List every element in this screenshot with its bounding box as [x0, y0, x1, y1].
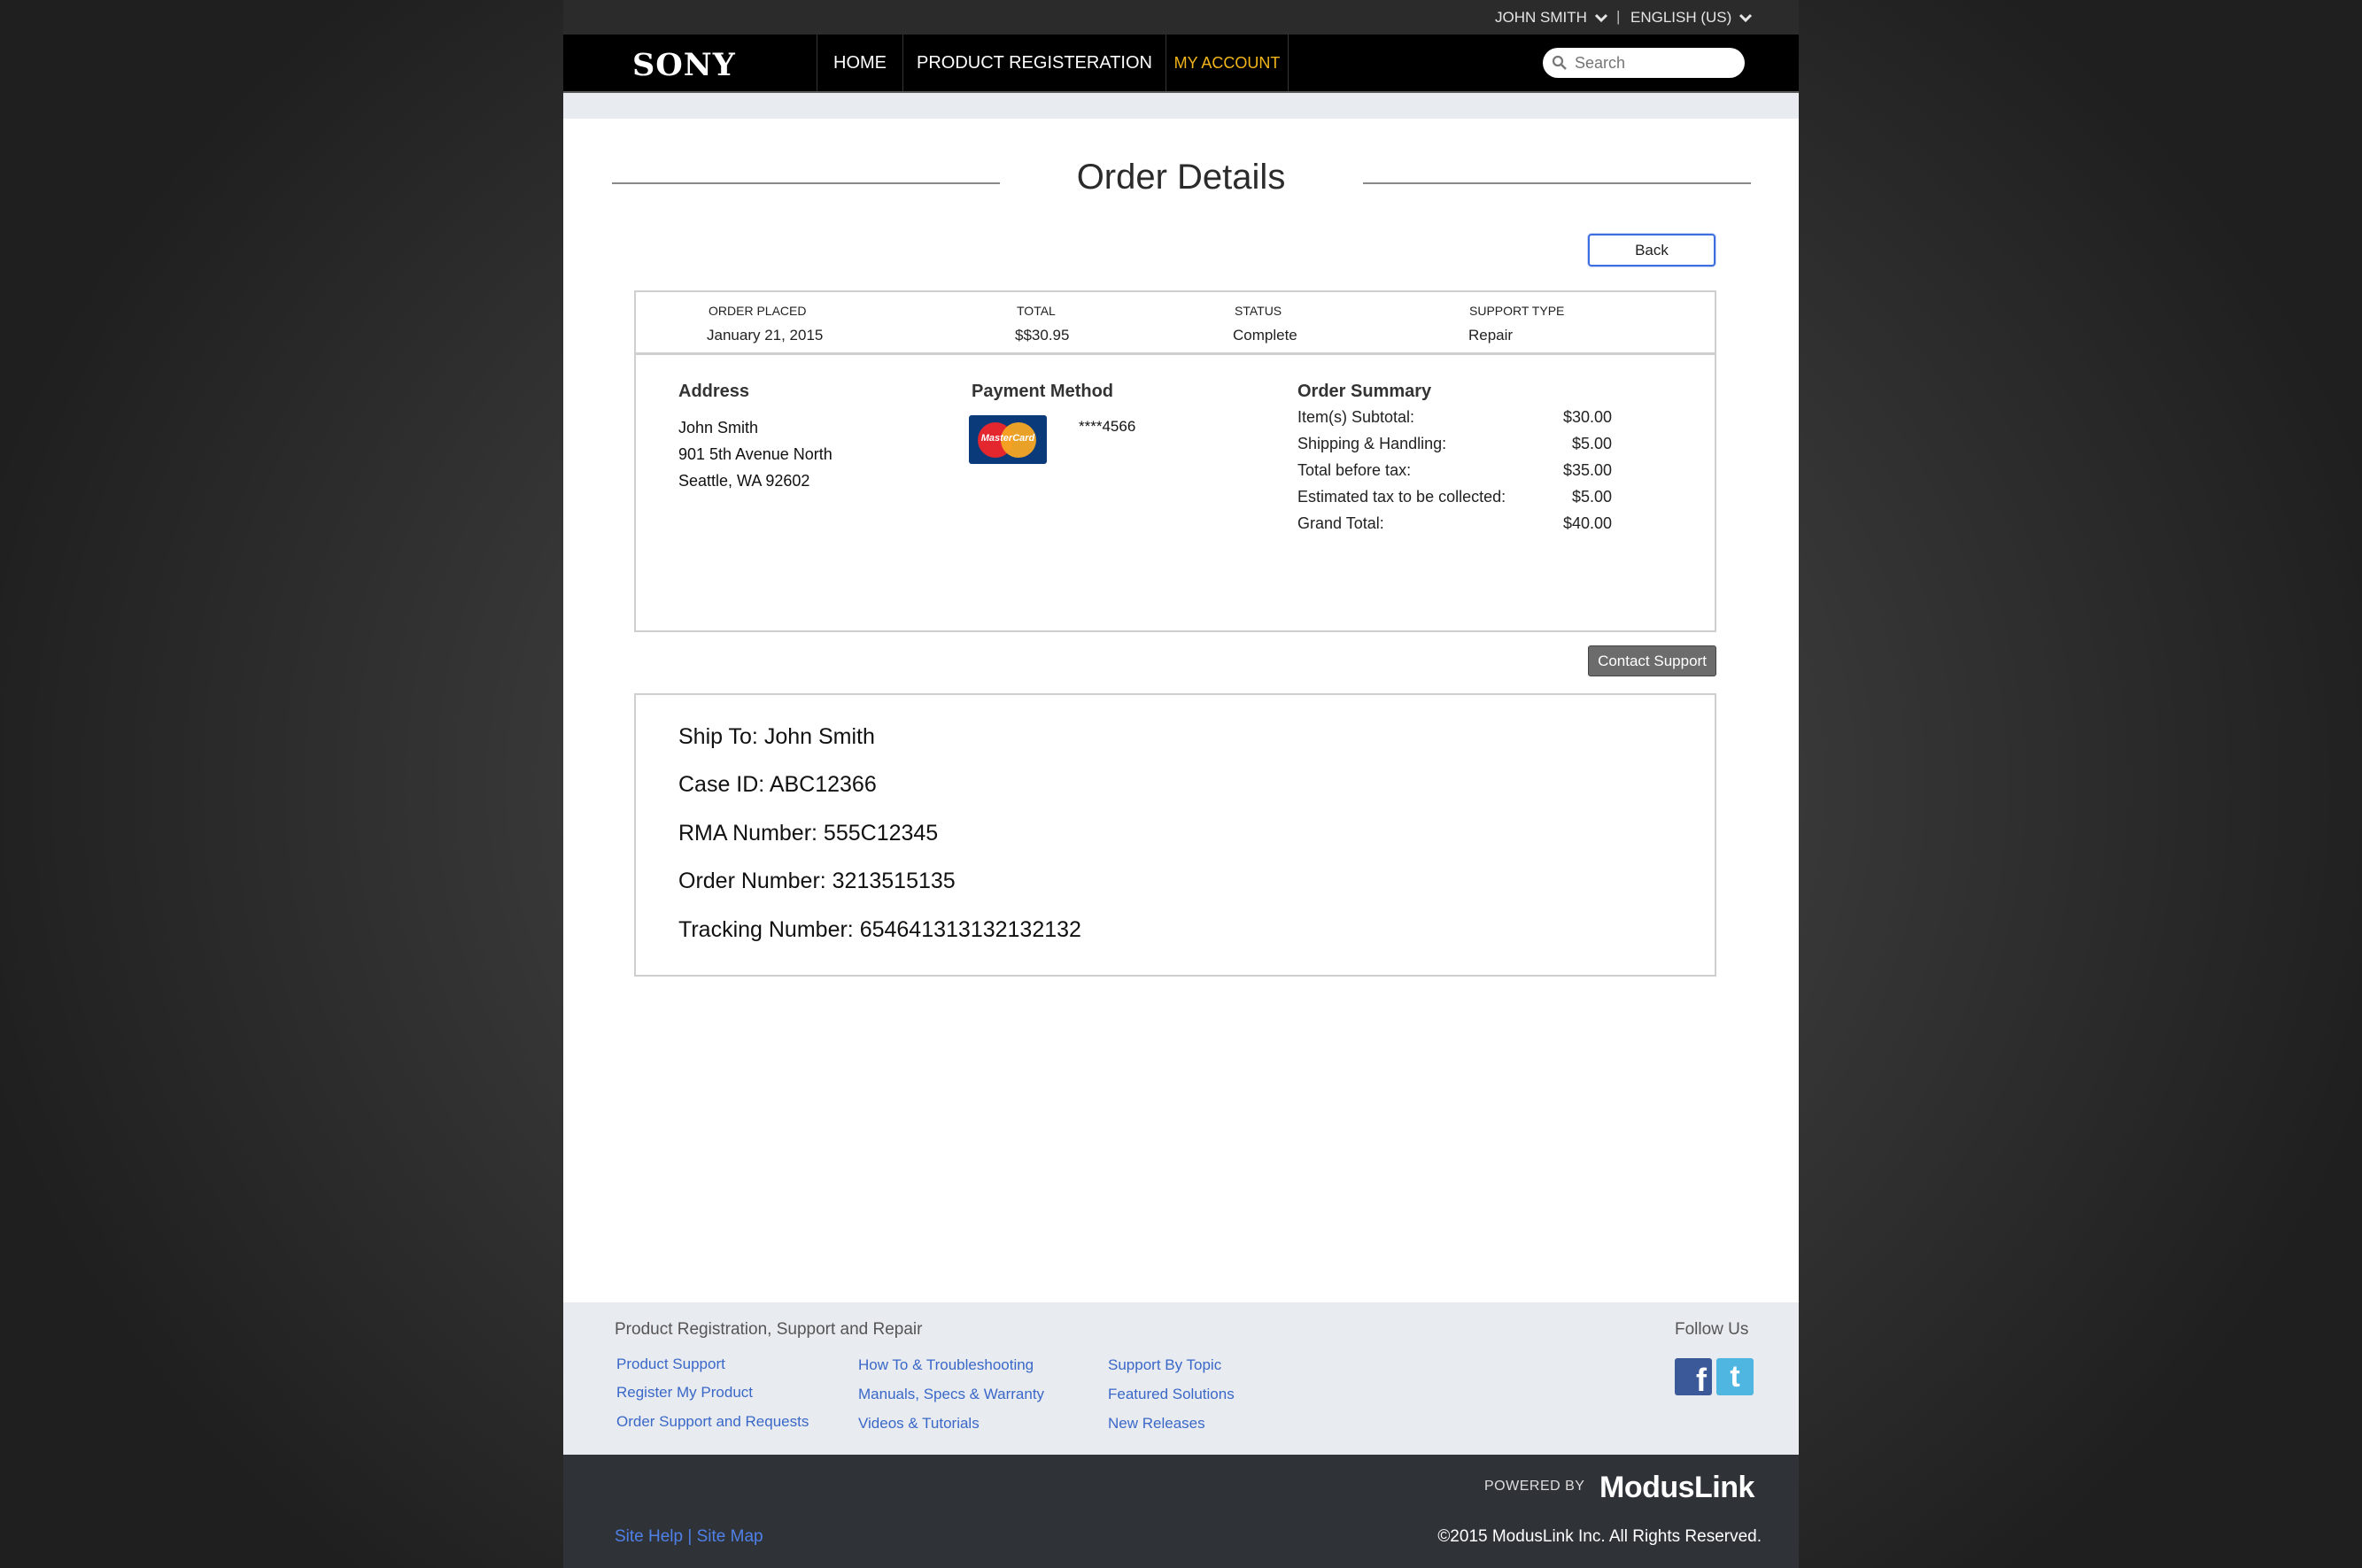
summary-label: Grand Total: [1297, 514, 1384, 532]
footer-link[interactable]: Order Support and Requests [616, 1413, 809, 1431]
back-button[interactable]: Back [1588, 234, 1715, 266]
language-menu[interactable]: ENGLISH (US) [1630, 9, 1753, 27]
user-menu[interactable]: JOHN SMITH [1495, 9, 1608, 27]
status-label: STATUS [1235, 304, 1282, 318]
summary-value: $5.00 [1571, 488, 1612, 506]
nav-home[interactable]: HOME [817, 35, 902, 91]
footer-link[interactable]: Register My Product [616, 1384, 753, 1402]
order-header: ORDER PLACED January 21, 2015 TOTAL $$30… [634, 290, 1716, 355]
summary-label: Shipping & Handling: [1297, 435, 1447, 452]
summary-row: Estimated tax to be collected: $5.00 [1297, 488, 1612, 506]
footer-link[interactable]: Manuals, Specs & Warranty [858, 1386, 1044, 1403]
site-help-link[interactable]: Site Help [615, 1527, 683, 1546]
address-line: John Smith [678, 419, 759, 436]
card-number: ****4566 [1079, 418, 1136, 435]
support-type-label: SUPPORT TYPE [1469, 304, 1565, 318]
search-input[interactable] [1575, 53, 1725, 73]
summary-value: $35.00 [1562, 461, 1612, 479]
summary-row: Shipping & Handling: $5.00 [1297, 435, 1612, 453]
main-nav: SONY HOME PRODUCT REGISTERATION MY ACCOU… [563, 35, 1799, 93]
ship-to: Ship To: John Smith [678, 724, 875, 749]
contact-support-button[interactable]: Contact Support [1588, 645, 1716, 676]
case-id: Case ID: ABC12366 [678, 772, 877, 797]
language-label: ENGLISH (US) [1630, 9, 1732, 26]
nav-sub-band [563, 93, 1799, 119]
summary-label: Estimated tax to be collected: [1297, 488, 1506, 506]
address-line: 901 5th Avenue North [678, 445, 833, 463]
page-container: JOHN SMITH | ENGLISH (US) SONY HOME PROD… [563, 0, 1799, 1568]
summary-value: $30.00 [1562, 408, 1612, 426]
footer-bottom: POWERED BY ModusLink Site Help | Site Ma… [563, 1455, 1799, 1568]
utility-separator: | [1616, 8, 1621, 25]
twitter-icon[interactable]: t [1716, 1358, 1754, 1395]
moduslink-logo: ModusLink [1599, 1471, 1754, 1504]
site-map-link[interactable]: Site Map [697, 1527, 763, 1546]
order-details-panel: Address John Smith 901 5th Avenue North … [634, 353, 1716, 632]
sony-logo[interactable]: SONY [632, 47, 736, 83]
footer-link[interactable]: New Releases [1108, 1415, 1205, 1433]
copyright: ©2015 ModusLink Inc. All Rights Reserved… [1437, 1527, 1762, 1546]
address-title: Address [678, 382, 750, 401]
site-help-links: Site Help | Site Map [615, 1527, 763, 1547]
nav-my-account[interactable]: MY ACCOUNT [1166, 35, 1289, 91]
search-box[interactable] [1543, 48, 1745, 78]
summary-label: Total before tax: [1297, 461, 1412, 479]
order-placed-label: ORDER PLACED [709, 304, 807, 318]
summary-value: $40.00 [1562, 514, 1612, 532]
tracking-number: Tracking Number: 654641313132132132 [678, 917, 1081, 942]
powered-by-label: POWERED BY [1484, 1479, 1585, 1494]
chevron-down-icon [1739, 13, 1753, 23]
summary-row: Total before tax: $35.00 [1297, 461, 1612, 480]
total-value: $$30.95 [1015, 327, 1070, 344]
footer-link[interactable]: How To & Troubleshooting [858, 1356, 1034, 1374]
card-brand-label: MasterCard [980, 433, 1035, 444]
footer-title: Product Registration, Support and Repair [615, 1320, 923, 1339]
order-summary-title: Order Summary [1297, 382, 1432, 401]
order-placed-value: January 21, 2015 [707, 327, 824, 344]
page-title: Order Details [1076, 158, 1286, 197]
rma-number: RMA Number: 555C12345 [678, 821, 939, 846]
shipping-info-panel: Ship To: John Smith Case ID: ABC12366 RM… [634, 693, 1716, 977]
summary-label: Item(s) Subtotal: [1297, 408, 1415, 426]
mastercard-icon: MasterCard [969, 415, 1047, 464]
address-line: Seattle, WA 92602 [678, 472, 810, 490]
summary-row: Item(s) Subtotal: $30.00 [1297, 408, 1612, 427]
search-icon [1552, 55, 1567, 70]
follow-us-label: Follow Us [1675, 1320, 1749, 1339]
user-name: JOHN SMITH [1495, 9, 1587, 26]
nav-product-registration[interactable]: PRODUCT REGISTERATION [902, 35, 1166, 91]
summary-value: $5.00 [1571, 435, 1612, 452]
total-label: TOTAL [1017, 304, 1056, 318]
payment-method-title: Payment Method [972, 382, 1114, 401]
footer-link[interactable]: Support By Topic [1108, 1356, 1221, 1374]
facebook-icon[interactable]: f [1675, 1358, 1712, 1395]
footer-link[interactable]: Product Support [616, 1356, 725, 1373]
utility-bar: JOHN SMITH | ENGLISH (US) [563, 0, 1799, 35]
footer-link[interactable]: Videos & Tutorials [858, 1415, 980, 1433]
footer-links: Product Registration, Support and Repair… [563, 1302, 1799, 1455]
link-separator: | [687, 1527, 693, 1546]
summary-row: Grand Total: $40.00 [1297, 514, 1612, 533]
footer-link[interactable]: Featured Solutions [1108, 1386, 1235, 1403]
support-type-value: Repair [1468, 327, 1514, 344]
status-value: Complete [1233, 327, 1297, 344]
order-number: Order Number: 3213515135 [678, 869, 956, 893]
chevron-down-icon [1594, 13, 1607, 23]
